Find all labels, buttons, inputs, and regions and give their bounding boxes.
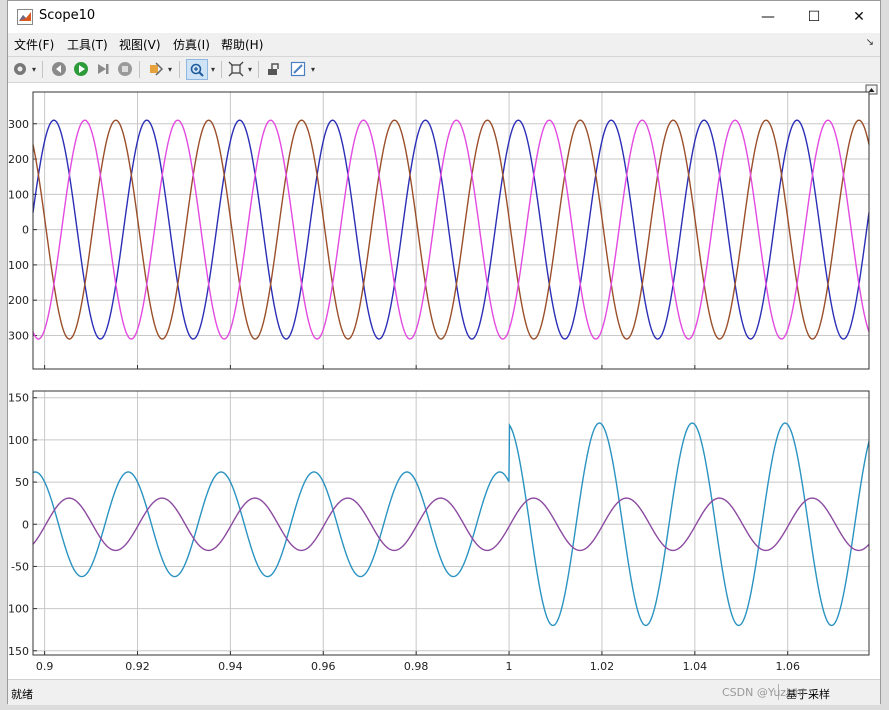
step-forward-icon[interactable] xyxy=(94,60,112,78)
watermark: CSDN @Yuzi_hi xyxy=(722,686,805,699)
zoom-dropdown-icon[interactable]: ▾ xyxy=(211,65,215,74)
upper-ytick-label: 100 xyxy=(8,188,29,201)
plot-area: -300 -200 -100 0 100 200 300 -150 -100 -50 0 50 100 1… xyxy=(4,83,880,679)
close-button[interactable]: ✕ xyxy=(836,1,882,33)
minimize-button[interactable]: — xyxy=(745,1,791,33)
gear-icon[interactable] xyxy=(11,60,29,78)
lower-ytick-label: 50 xyxy=(15,476,29,489)
window-title: Scope10 xyxy=(39,8,96,23)
matlab-icon xyxy=(17,9,33,25)
lower-ytick-label: 150 xyxy=(8,392,29,405)
lower-ytick-label: 0 xyxy=(22,518,29,531)
style-dropdown-icon[interactable]: ▾ xyxy=(311,65,315,74)
gear-dropdown-icon[interactable]: ▾ xyxy=(32,65,36,74)
zoom-in-icon[interactable] xyxy=(186,59,208,80)
menu-help[interactable]: 帮助(H) xyxy=(221,36,263,53)
toolbar-separator xyxy=(258,61,259,78)
stop-icon[interactable] xyxy=(116,60,134,78)
menu-tools[interactable]: 工具(T) xyxy=(67,36,108,53)
menu-simulate[interactable]: 仿真(I) xyxy=(173,36,210,53)
upper-ytick-label: -300 xyxy=(8,329,29,342)
toolbar-separator xyxy=(139,61,140,78)
lower-xtick-label: 1.04 xyxy=(683,660,708,673)
maximize-button[interactable]: ☐ xyxy=(791,1,837,33)
scope-plots[interactable]: -300 -200 -100 0 100 200 300 -150 -100 -50 0 50 100 1… xyxy=(4,83,880,679)
lower-xtick-label: 0.92 xyxy=(125,660,150,673)
lower-xtick-label: 0.98 xyxy=(404,660,429,673)
lower-xtick-label: 1.02 xyxy=(590,660,615,673)
run-icon[interactable] xyxy=(72,60,90,78)
restore-icon[interactable] xyxy=(265,60,283,78)
menu-file[interactable]: 文件(F) xyxy=(14,36,54,53)
upper-ytick-label: -200 xyxy=(8,294,29,307)
lower-ytick-label: -100 xyxy=(8,603,29,616)
highlight-dropdown-icon[interactable]: ▾ xyxy=(168,65,172,74)
lower-axes-bg xyxy=(33,391,869,655)
lower-ytick-label: -150 xyxy=(8,645,29,658)
menu-bar: 文件(F) 工具(T) 视图(V) 仿真(I) 帮助(H) ↘ xyxy=(8,33,880,55)
status-ready: 就绪 xyxy=(11,688,33,701)
step-back-icon[interactable] xyxy=(50,60,68,78)
lower-xtick-label: 1.06 xyxy=(775,660,800,673)
lower-xtick-label: 0.96 xyxy=(311,660,336,673)
toolbar-separator xyxy=(179,61,180,78)
upper-ytick-label: 0 xyxy=(22,224,29,237)
autoscale-dropdown-icon[interactable]: ▾ xyxy=(248,65,252,74)
highlight-icon[interactable] xyxy=(147,60,165,78)
menu-overflow-icon[interactable]: ↘ xyxy=(866,37,874,48)
lower-ytick-label: 100 xyxy=(8,434,29,447)
style-icon[interactable] xyxy=(289,60,307,78)
lower-xtick-label: 1 xyxy=(506,660,513,673)
title-bar: Scope10 — ☐ ✕ xyxy=(8,1,880,33)
scope-window: Scope10 — ☐ ✕ 文件(F) 工具(T) 视图(V) 仿真(I) 帮助… xyxy=(4,0,881,705)
autoscale-icon[interactable] xyxy=(227,60,245,78)
menu-view[interactable]: 视图(V) xyxy=(119,36,161,53)
upper-ytick-label: -100 xyxy=(8,259,29,272)
toolbar-separator xyxy=(42,61,43,78)
toolbar-separator xyxy=(221,61,222,78)
lower-xtick-label: 0.9 xyxy=(36,660,54,673)
toolbar: ▾ ▾ ▾ ▾ ▾ xyxy=(8,56,880,83)
upper-ytick-label: 200 xyxy=(8,153,29,166)
lower-xtick-label: 0.94 xyxy=(218,660,243,673)
upper-ytick-label: 300 xyxy=(8,118,29,131)
lower-ytick-label: -50 xyxy=(11,560,29,573)
